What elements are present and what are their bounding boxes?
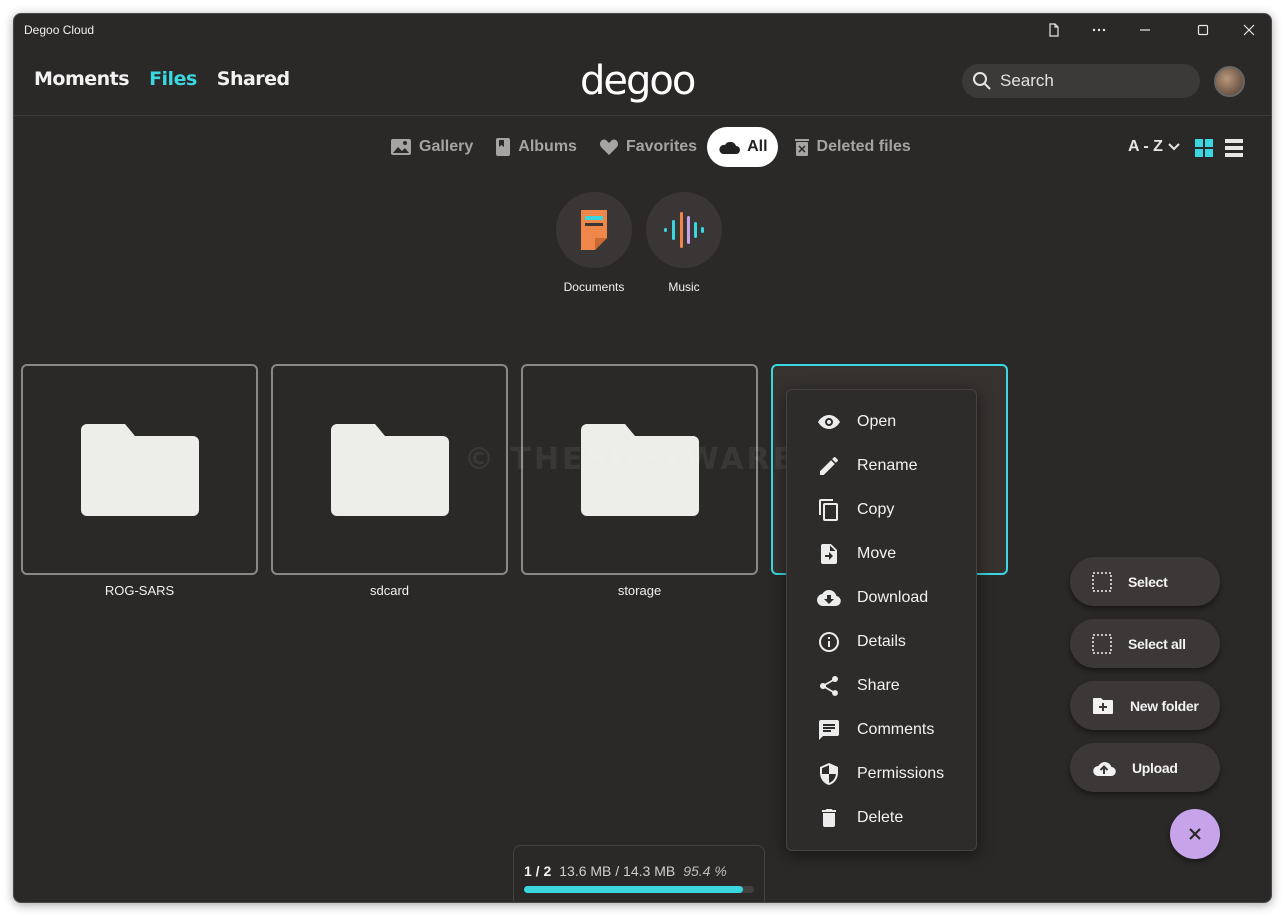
select-all-icon [1092, 633, 1112, 654]
app-header: Moments Files Shared degoo [14, 46, 1271, 116]
upload-status-panel: 1 / 2 13.6 MB / 14.3 MB 95.4 % [513, 845, 765, 902]
context-menu: Open Rename Copy Move Download Details S… [786, 389, 977, 851]
pencil-icon [820, 456, 838, 475]
filter-bar: Gallery Albums Favorites All Deleted fil… [390, 127, 911, 167]
shield-icon [820, 763, 838, 785]
menu-delete[interactable]: Delete [787, 796, 976, 840]
document-icon[interactable] [1042, 18, 1066, 42]
folder-label: sdcard [369, 583, 410, 598]
upload-progress-bar [524, 886, 754, 893]
menu-open[interactable]: Open [787, 400, 976, 444]
upload-count: 1 / 2 [524, 863, 552, 879]
folder-plus-icon [1093, 697, 1113, 714]
copy-icon [819, 499, 838, 521]
category-documents[interactable]: Documents [556, 192, 632, 294]
menu-download[interactable]: Download [787, 576, 976, 620]
menu-rename[interactable]: Rename [787, 444, 976, 488]
menu-copy[interactable]: Copy [787, 488, 976, 532]
folder-icon [330, 423, 449, 516]
select-button[interactable]: Select [1070, 557, 1220, 606]
share-icon [819, 676, 838, 696]
upload-info: 1 / 2 13.6 MB / 14.3 MB 95.4 % [524, 863, 727, 879]
upload-size: 13.6 MB / 14.3 MB [559, 863, 676, 879]
filter-albums[interactable]: Albums [495, 127, 577, 167]
cloud-icon [719, 141, 741, 154]
album-icon [496, 138, 511, 156]
title-bar: Degoo Cloud [14, 14, 1271, 46]
close-icon [1189, 828, 1201, 840]
comment-icon [819, 720, 839, 740]
cloud-upload-icon [1093, 761, 1116, 776]
menu-details[interactable]: Details [787, 620, 976, 664]
maximize-icon[interactable] [1191, 18, 1215, 42]
avatar[interactable] [1214, 66, 1245, 97]
select-box-icon [1092, 571, 1112, 592]
upload-progress-fill [524, 886, 744, 893]
nav-shared[interactable]: Shared [217, 68, 290, 90]
audio-wave-icon [664, 212, 704, 248]
list-view-icon[interactable] [1225, 139, 1243, 162]
close-actions-button[interactable] [1170, 809, 1220, 859]
info-icon [819, 632, 839, 652]
search-icon [973, 72, 991, 90]
menu-permissions[interactable]: Permissions [787, 752, 976, 796]
search-input[interactable] [1000, 71, 1190, 91]
upload-button[interactable]: Upload [1070, 743, 1220, 792]
search-box[interactable] [962, 64, 1200, 98]
nav-files[interactable]: Files [149, 68, 197, 90]
eye-icon [818, 415, 840, 429]
move-file-icon [821, 544, 837, 564]
trash-icon [794, 139, 809, 156]
filter-all[interactable]: All [707, 127, 778, 167]
document-category-icon [581, 210, 607, 250]
image-icon [391, 139, 411, 155]
window-title: Degoo Cloud [24, 23, 95, 37]
menu-move[interactable]: Move [787, 532, 976, 576]
menu-comments[interactable]: Comments [787, 708, 976, 752]
heart-icon [599, 139, 618, 155]
chevron-down-icon [1168, 143, 1180, 151]
folder-icon [80, 423, 199, 516]
app-window: Degoo Cloud Moments Files Shared degoo S… [13, 13, 1272, 903]
filter-gallery[interactable]: Gallery [390, 127, 473, 167]
sort-dropdown[interactable]: A - Z [1128, 138, 1181, 156]
filter-deleted[interactable]: Deleted files [794, 127, 911, 167]
trash-icon [822, 809, 836, 827]
menu-share[interactable]: Share [787, 664, 976, 708]
grid-view-icon[interactable] [1195, 139, 1213, 162]
new-folder-button[interactable]: New folder [1070, 681, 1220, 730]
filter-favorites[interactable]: Favorites [599, 127, 697, 167]
folder-label: storage [617, 583, 662, 598]
main-nav: Moments Files Shared [34, 68, 290, 90]
folder-label: ROG-SARS [104, 583, 175, 598]
close-window-icon[interactable] [1237, 18, 1261, 42]
more-options-icon[interactable] [1087, 18, 1111, 42]
category-music[interactable]: Music [646, 192, 722, 294]
select-all-button[interactable]: Select all [1070, 619, 1220, 668]
minimize-icon[interactable] [1133, 18, 1157, 42]
upload-percent: 95.4 % [683, 863, 727, 879]
cloud-download-icon [817, 590, 841, 606]
degoo-logo: degoo [580, 58, 696, 104]
nav-moments[interactable]: Moments [34, 68, 130, 90]
folder-card[interactable] [21, 364, 258, 575]
